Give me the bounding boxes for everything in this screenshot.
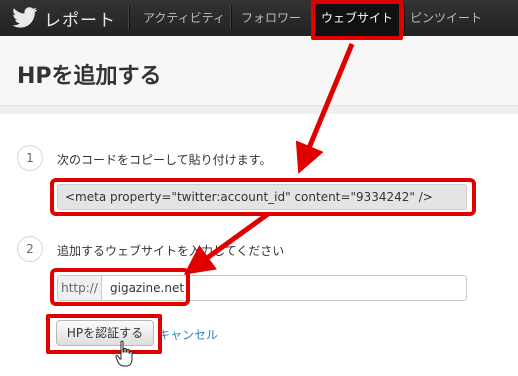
nav-divider <box>403 6 404 30</box>
brand-label: レポート <box>44 10 116 31</box>
step-2-number: 2 <box>17 236 43 262</box>
nav-divider <box>128 6 129 30</box>
verify-button-highlight <box>46 314 162 354</box>
cancel-link[interactable]: キャンセル <box>158 326 218 343</box>
step-2-text: 追加するウェブサイトを入力してください <box>57 244 285 258</box>
step-1-number: 1 <box>17 145 43 171</box>
hand-cursor-icon <box>115 340 133 367</box>
nav-item-activity[interactable]: アクティビティ <box>143 0 225 36</box>
step-1-text: 次のコードをコピーして貼り付けます。 <box>57 153 272 167</box>
nav-divider <box>230 6 231 30</box>
code-box-highlight <box>50 178 476 216</box>
website-tab-highlight <box>311 0 403 40</box>
page-title: HPを追加する <box>17 64 162 89</box>
url-input-highlight <box>50 268 190 306</box>
nav-item-followers[interactable]: フォロワー <box>241 0 301 36</box>
brand[interactable]: レポート <box>12 5 116 31</box>
page-header: HPを追加する <box>0 36 518 106</box>
top-nav-bar: レポート アクティビティ フォロワー ウェブサイト ピンツイート <box>0 0 518 36</box>
header-divider <box>0 106 518 114</box>
twitter-bird-icon <box>12 7 38 28</box>
nav-item-pinned-tweet[interactable]: ピンツイート <box>410 0 482 36</box>
